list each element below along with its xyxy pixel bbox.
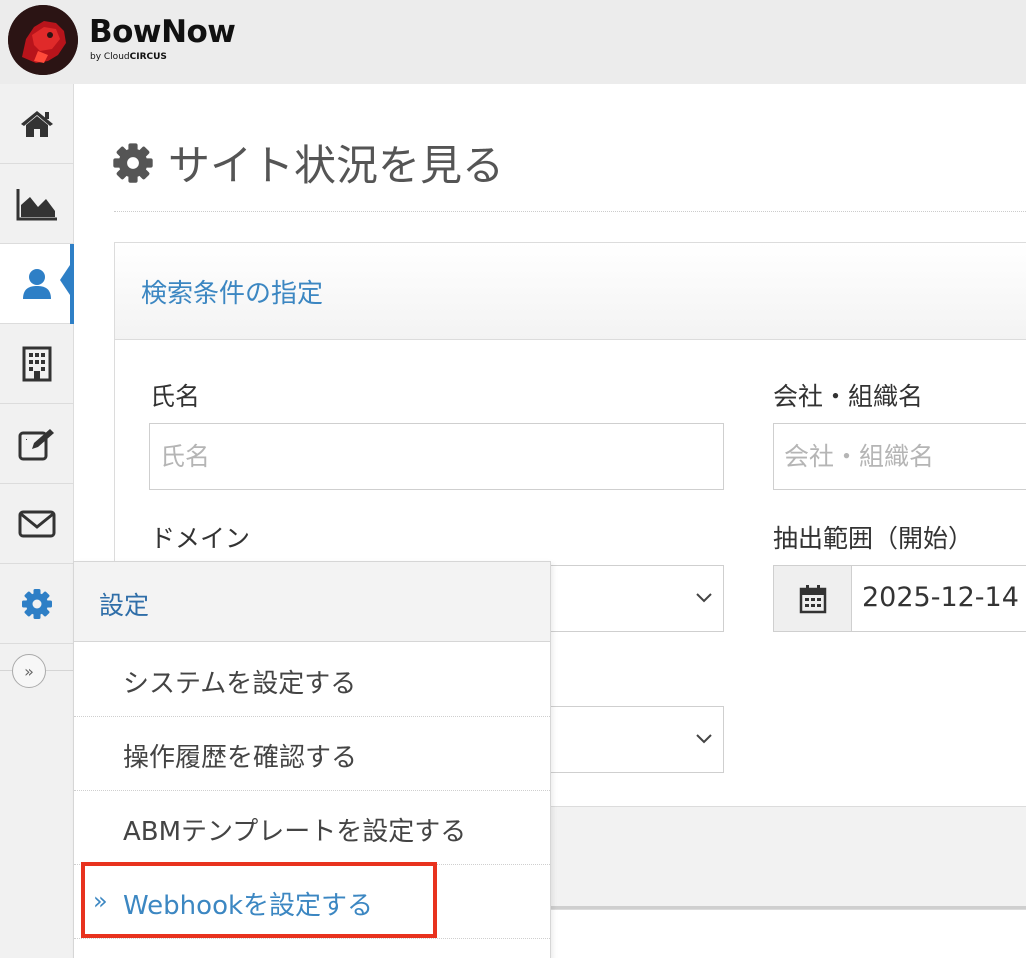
double-chevron-right-icon: »: [24, 661, 34, 681]
side-navigation: »: [0, 84, 74, 958]
menu-item-label: 操作履歴を確認する: [123, 743, 358, 773]
brand-name: BowNow: [89, 14, 236, 50]
range-start-date-input[interactable]: 2025-12-14: [773, 565, 1026, 632]
brand-sub-prefix: by Cloud: [90, 52, 130, 62]
page-title: サイト状況を見る: [112, 132, 504, 193]
building-icon: [22, 346, 51, 381]
settings-menu-title[interactable]: 設定: [99, 586, 149, 622]
search-panel-title[interactable]: 検索条件の指定: [141, 273, 323, 310]
chevron-down-icon: [696, 593, 712, 603]
expand-divider-right: [46, 670, 74, 671]
nav-item-home[interactable]: [0, 84, 73, 164]
nav-item-mail[interactable]: [0, 484, 73, 564]
menu-item-operation-history[interactable]: 操作履歴を確認する: [74, 717, 550, 791]
mail-icon: [18, 510, 55, 537]
calendar-icon: [799, 584, 826, 613]
nav-item-forms[interactable]: [0, 404, 73, 484]
double-chevron-right-icon: »: [93, 887, 108, 915]
brand-sub-suffix: CIRCUS: [129, 52, 167, 62]
range-start-value: 2025-12-14: [862, 582, 1019, 613]
range-start-label: 抽出範囲（開始）: [773, 524, 974, 553]
nav-item-analytics[interactable]: [0, 164, 73, 244]
menu-item-abm-template[interactable]: ABMテンプレートを設定する: [74, 791, 550, 865]
settings-menu: 設定 システムを設定する 操作履歴を確認する ABMテンプレートを設定する » …: [73, 561, 551, 958]
gear-icon: [113, 142, 153, 183]
area-chart-icon: [16, 188, 57, 220]
nav-item-companies[interactable]: [0, 324, 73, 404]
active-nav-pointer: [60, 262, 72, 298]
top-bar: BowNow by CloudCIRCUS: [0, 0, 1026, 84]
bownow-logo-icon[interactable]: [8, 5, 78, 75]
user-icon: [22, 268, 51, 299]
gear-icon: [21, 588, 52, 619]
menu-item-label: システムを設定する: [123, 669, 357, 699]
brand-sub: by CloudCIRCUS: [90, 52, 167, 62]
title-divider: [114, 211, 1026, 212]
name-label: 氏名: [150, 382, 201, 411]
nav-item-settings[interactable]: [0, 564, 73, 644]
company-input[interactable]: [773, 423, 1026, 490]
edit-icon: [18, 428, 54, 460]
domain-label: ドメイン: [150, 524, 251, 553]
expand-nav-button[interactable]: »: [12, 654, 46, 688]
home-icon: [20, 110, 53, 137]
calendar-button[interactable]: [774, 566, 852, 631]
page-title-text: サイト状況を見る: [168, 141, 505, 190]
search-panel-header[interactable]: 検索条件の指定: [115, 243, 1026, 340]
expand-divider-left: [0, 670, 12, 671]
menu-item-label: Webhookを設定する: [123, 891, 374, 921]
company-label: 会社・組織名: [773, 382, 924, 411]
menu-item-label: ABMテンプレートを設定する: [123, 817, 467, 847]
name-input[interactable]: [149, 423, 724, 490]
settings-menu-header[interactable]: 設定: [74, 562, 550, 642]
menu-item-webhook[interactable]: » Webhookを設定する: [74, 865, 550, 939]
chevron-down-icon: [696, 734, 712, 744]
menu-item-system-settings[interactable]: システムを設定する: [74, 643, 550, 717]
